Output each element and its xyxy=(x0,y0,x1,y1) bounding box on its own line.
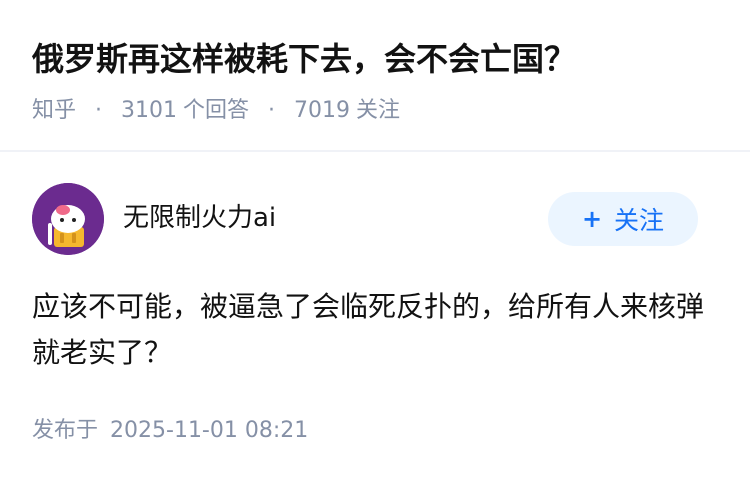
question-meta: 知乎 · 3101 个回答 · 7019 关注 xyxy=(32,96,726,126)
question-header: 俄罗斯再这样被耗下去，会不会亡国？ 知乎 · 3101 个回答 · 7019 关注 xyxy=(32,36,726,126)
follow-button-label: 关注 xyxy=(614,206,665,235)
answer-content: 应该不可能，被逼急了会临死反扑的，给所有人来核弹就老实了？ xyxy=(32,290,705,369)
answers-count: 3101 xyxy=(121,98,178,123)
avatar-illustration-icon xyxy=(32,183,104,255)
zhihu-answer-page: 俄罗斯再这样被耗下去，会不会亡国？ 知乎 · 3101 个回答 · 7019 关注 xyxy=(0,0,750,482)
answers-label: 个回答 xyxy=(183,98,250,123)
plus-icon: + xyxy=(581,205,603,233)
meta-separator: · xyxy=(268,98,276,123)
author-name[interactable]: 无限制火力ai xyxy=(123,201,276,235)
question-title[interactable]: 俄罗斯再这样被耗下去，会不会亡国？ xyxy=(32,36,726,82)
avatar[interactable] xyxy=(32,183,104,255)
publish-info: 发布于 2025-11-01 08:21 xyxy=(32,416,308,446)
author-row: 无限制火力ai + 关注 xyxy=(32,183,698,255)
publish-label: 发布于 xyxy=(32,418,99,443)
meta-separator: · xyxy=(95,98,103,123)
publish-time: 2025-11-01 08:21 xyxy=(110,418,309,443)
divider xyxy=(0,150,750,152)
followers-count: 7019 xyxy=(294,98,351,123)
follow-button[interactable]: + 关注 xyxy=(548,192,698,246)
followers-label: 关注 xyxy=(356,98,401,123)
source-label[interactable]: 知乎 xyxy=(32,98,76,123)
